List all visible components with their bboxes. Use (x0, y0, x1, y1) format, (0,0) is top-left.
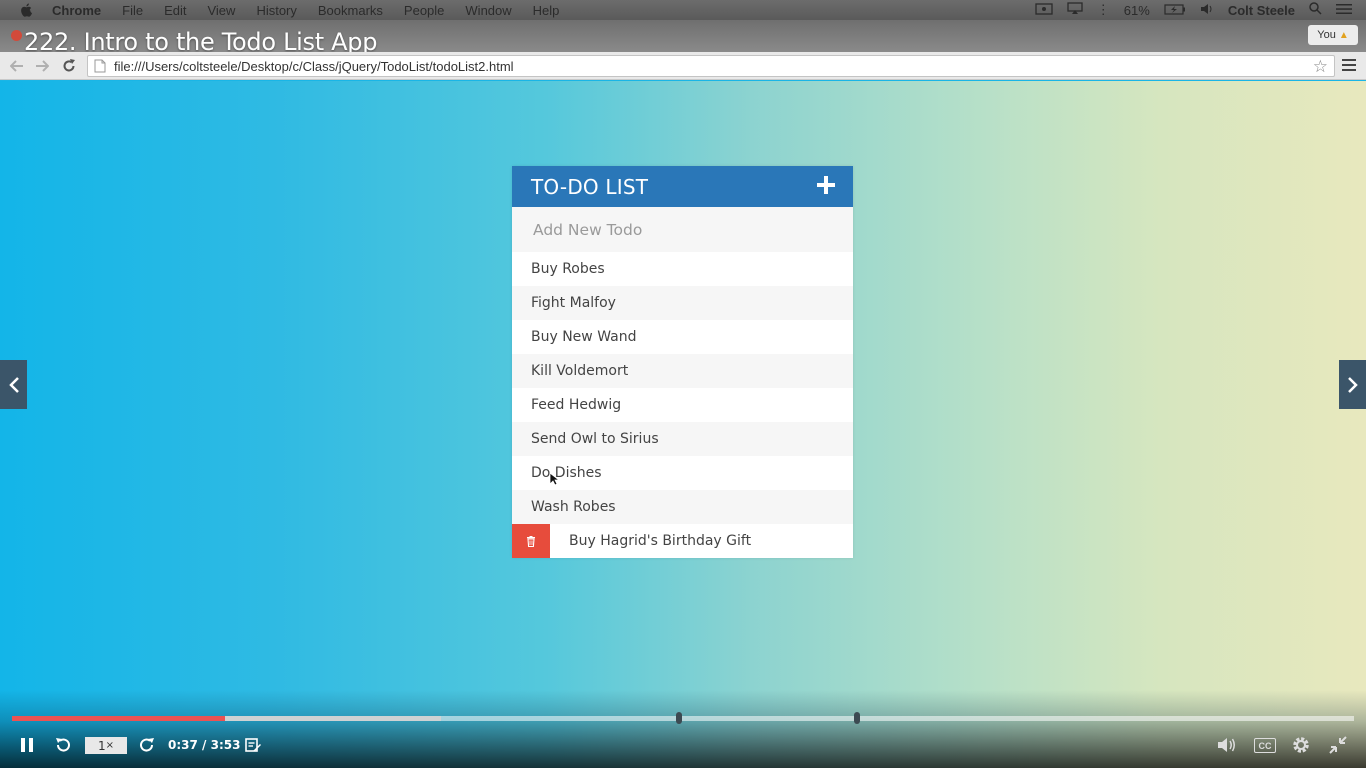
menu-edit[interactable]: Edit (164, 3, 186, 18)
menu-bookmarks[interactable]: Bookmarks (318, 3, 383, 18)
gear-icon (1293, 737, 1309, 753)
menu-window[interactable]: Window (465, 3, 511, 18)
rewind-icon (56, 738, 70, 752)
menubar-user-name[interactable]: Colt Steele (1228, 3, 1295, 18)
todo-item[interactable]: Send Owl to Sirius (512, 422, 853, 456)
todo-item-label: Kill Voldemort (531, 363, 629, 379)
chapter-marker[interactable] (854, 712, 860, 724)
settings-button[interactable] (1291, 736, 1311, 754)
todo-item-label: Fight Malfoy (531, 295, 616, 311)
page-icon (94, 59, 106, 73)
menu-history[interactable]: History (256, 3, 296, 18)
battery-icon[interactable] (1164, 3, 1186, 18)
todo-item-label: Feed Hedwig (531, 397, 622, 413)
forward-arrow-icon[interactable] (33, 57, 51, 75)
todo-item-label: Send Owl to Sirius (531, 431, 659, 447)
todo-item-label: Wash Robes (531, 499, 616, 515)
menubar-status-area: ⋮ 61% Colt Steele (1035, 0, 1366, 20)
wifi-icon[interactable]: ⋮ (1097, 2, 1110, 18)
todo-item-label: Buy Robes (531, 261, 605, 277)
closed-captions-button[interactable]: CC (1254, 738, 1276, 753)
volume-icon[interactable] (1200, 3, 1214, 18)
exit-fullscreen-button[interactable] (1328, 736, 1348, 754)
todo-item-label: Buy New Wand (531, 329, 637, 345)
todo-item-label: Do Dishes (531, 465, 602, 481)
progress-bar[interactable] (12, 712, 1354, 724)
todo-container: TO-DO LIST Buy Robes Fight Malfoy Buy New … (512, 166, 853, 558)
todo-item[interactable]: Kill Voldemort (512, 354, 853, 388)
browser-toolbar: file:///Users/coltsteele/Desktop/c/Class… (0, 52, 1366, 80)
menu-people[interactable]: People (404, 3, 444, 18)
page-background: TO-DO LIST Buy Robes Fight Malfoy Buy New … (0, 81, 1366, 768)
rewind-button[interactable] (54, 736, 72, 754)
plus-icon[interactable] (817, 176, 835, 194)
menu-help[interactable]: Help (533, 3, 560, 18)
speed-unit: × (105, 740, 115, 751)
address-bar[interactable]: file:///Users/coltsteele/Desktop/c/Class… (87, 55, 1335, 77)
airplay-icon[interactable] (1067, 2, 1083, 18)
trash-icon (527, 535, 535, 547)
menu-file[interactable]: File (122, 3, 143, 18)
pause-icon (21, 738, 33, 752)
previous-lecture-button[interactable] (0, 360, 27, 409)
warning-icon: ▲ (1338, 29, 1349, 41)
next-lecture-button[interactable] (1339, 360, 1366, 409)
todo-item[interactable]: Buy Robes (512, 252, 853, 286)
video-controls-bar (0, 690, 1366, 768)
new-todo-input[interactable] (512, 207, 853, 252)
pause-button[interactable] (20, 736, 34, 754)
screen-share-icon[interactable] (1035, 2, 1053, 18)
todo-item[interactable]: Fight Malfoy (512, 286, 853, 320)
todo-item[interactable]: Wash Robes (512, 490, 853, 524)
fast-forward-icon (140, 738, 154, 752)
back-arrow-icon[interactable] (8, 57, 26, 75)
todo-title: TO-DO LIST (531, 174, 649, 199)
apple-icon[interactable] (20, 3, 38, 17)
mouse-cursor-icon (549, 472, 559, 486)
current-time: 0:37 (168, 738, 198, 752)
notes-button[interactable] (245, 736, 261, 754)
todo-item[interactable]: Feed Hedwig (512, 388, 853, 422)
chapter-marker[interactable] (676, 712, 682, 724)
profile-label: You (1317, 29, 1336, 41)
time-display: 0:37 / 3:53 (168, 738, 240, 752)
todo-item[interactable]: Buy New Wand (512, 320, 853, 354)
volume-icon (1218, 738, 1235, 752)
menu-view[interactable]: View (207, 3, 235, 18)
speed-value: 1 (97, 738, 106, 753)
todo-header: TO-DO LIST (512, 166, 853, 207)
duration: 3:53 (210, 738, 241, 752)
reload-icon[interactable] (60, 57, 78, 75)
exit-fullscreen-icon (1329, 736, 1347, 754)
chevron-left-icon (8, 376, 19, 393)
todo-list: Buy Robes Fight Malfoy Buy New Wand Kill Vo… (512, 252, 853, 558)
url-text: file:///Users/coltsteele/Desktop/c/Class… (114, 59, 514, 74)
chrome-menu-icon[interactable] (1342, 59, 1356, 72)
chevron-right-icon (1347, 376, 1358, 393)
volume-button[interactable] (1217, 736, 1237, 754)
todo-item-label: Buy Hagrid's Birthday Gift (569, 533, 752, 549)
window-close-button[interactable] (11, 30, 22, 41)
mac-menubar: Chrome File Edit View History Bookmarks … (0, 0, 1366, 20)
todo-item[interactable]: Do Dishes (512, 456, 853, 490)
todo-item[interactable]: Buy Hagrid's Birthday Gift (512, 524, 853, 558)
spotlight-search-icon[interactable] (1309, 2, 1322, 18)
bookmark-star-icon[interactable]: ☆ (1313, 57, 1328, 77)
notes-icon (245, 738, 261, 752)
forward-button[interactable] (138, 736, 156, 754)
time-separator: / (202, 738, 207, 752)
profile-button[interactable]: You ▲ (1308, 25, 1358, 45)
delete-button[interactable] (512, 524, 550, 558)
played-bar (12, 716, 226, 721)
notification-center-icon[interactable] (1336, 3, 1352, 18)
menu-app-name[interactable]: Chrome (52, 3, 101, 18)
battery-percent: 61% (1123, 2, 1150, 18)
playback-speed-button[interactable]: 1 × (85, 737, 127, 754)
